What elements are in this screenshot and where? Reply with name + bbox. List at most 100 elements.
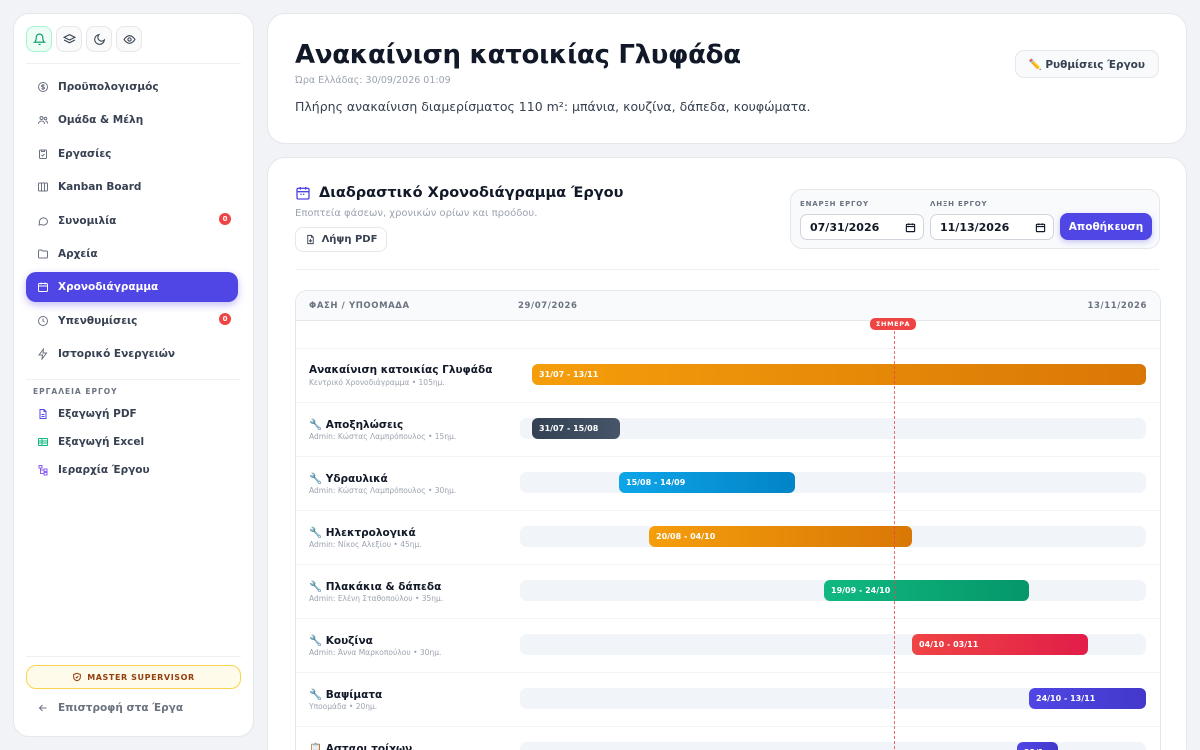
sidebar-item-label: Ομάδα & Μέλη: [58, 114, 144, 127]
sidebar-item-label: Προϋπολογισμός: [58, 81, 159, 93]
gantt-bar[interactable]: 15/08 - 14/09: [619, 472, 795, 493]
gantt-bar[interactable]: 31/07 - 13/11: [532, 364, 1146, 385]
calendar-icon: [296, 187, 310, 200]
tool-label: Εξαγωγή PDF: [58, 408, 137, 420]
sidebar-item-label: Χρονοδιάγραμμα: [58, 281, 159, 294]
phase-meta: Admin: Ελένη Σταθοπούλου • 35ημ.: [309, 594, 444, 603]
gantt-bar[interactable]: 31/07 - 15/08: [532, 418, 620, 439]
clock-icon: [38, 315, 48, 326]
page-title: Ανακαίνιση κατοικίας Γλυφάδα: [295, 40, 741, 70]
sidebar-item-kanban[interactable]: Kanban Board: [26, 172, 238, 202]
tool-label: Ιεραρχία Έργου: [58, 464, 150, 476]
gantt-start-date: 29/07/2026: [518, 301, 578, 311]
gantt-track: [520, 472, 1146, 493]
tools-section-title: ΕΡΓΑΛΕΙΑ ΕΡΓΟΥ: [33, 387, 118, 396]
sidebar-item-files[interactable]: Αρχεία: [26, 239, 238, 269]
gantt-header: ΦΑΣΗ / ΥΠΟΟΜΑΔΑ 29/07/2026 13/11/2026: [296, 291, 1160, 321]
calendar-icon[interactable]: [905, 222, 916, 233]
file-icon: [39, 409, 47, 419]
timeline-card: Διαδραστικό Χρονοδιάγραμμα Έργου Εποπτεί…: [267, 157, 1187, 750]
bolt-icon: [38, 348, 48, 361]
sidebar-item-timeline[interactable]: Χρονοδιάγραμμα: [26, 272, 238, 303]
today-marker-line: [894, 321, 895, 750]
calendar-icon: [38, 282, 48, 293]
start-date-input[interactable]: 07/31/2026: [800, 214, 924, 240]
today-marker-label: ΣΗΜΕΡΑ: [870, 318, 917, 330]
quick-icons: [26, 26, 142, 52]
end-date-value: 11/13/2026: [940, 220, 1010, 234]
clipboard-check-icon: [39, 149, 47, 159]
gantt-row[interactable]: 🔧 Ηλεκτρολογικά Admin: Νίκος Αλεξίου • 45…: [296, 510, 1160, 564]
gantt-row[interactable]: 🔧 Αποξηλώσεις Admin: Κώστας Λαμπρόπουλος …: [296, 402, 1160, 456]
phase-column-header: ΦΑΣΗ / ΥΠΟΟΜΑΔΑ: [309, 301, 410, 311]
gantt-row[interactable]: Ανακαίνιση κατοικίας Γλυφάδα Κεντρικό Χρο…: [296, 348, 1160, 402]
phase-name: 🔧 Υδραυλικά: [309, 473, 388, 485]
gantt-bar[interactable]: 19/09 - 24/10: [824, 580, 1029, 601]
project-hierarchy-button[interactable]: Ιεραρχία Έργου: [26, 456, 238, 484]
moon-icon[interactable]: [86, 26, 112, 52]
project-header: Ανακαίνιση κατοικίας Γλυφάδα Ώρα Ελλάδας…: [267, 13, 1187, 144]
project-dates-panel: ΕΝΑΡΞΗ ΕΡΓΟΥ 07/31/2026 ΛΗΞΗ ΕΡΓΟΥ 11/13…: [790, 189, 1160, 249]
project-settings-button[interactable]: ✏️ Ρυθμίσεις Έργου: [1014, 50, 1159, 78]
sidebar-item-label: Kanban Board: [58, 181, 142, 194]
export-excel-button[interactable]: Εξαγωγή Excel: [26, 428, 238, 456]
download-pdf-button[interactable]: Λήψη PDF: [295, 227, 387, 252]
sidebar: Προϋπολογισμός Ομάδα & Μέλη Εργασίες Kan…: [13, 13, 254, 737]
end-date-label: ΛΗΞΗ ΕΡΓΟΥ: [930, 200, 988, 208]
tool-label: Εξαγωγή Excel: [58, 436, 145, 448]
divider: [26, 656, 241, 657]
gantt-row[interactable]: 🔧 Κουζίνα Admin: Άννα Μαρκοπούλου • 30ημ.…: [296, 618, 1160, 672]
calendar-icon[interactable]: [1035, 222, 1046, 233]
phase-name: 📋 Ασταρι τοίχων: [309, 743, 413, 750]
gantt-bar[interactable]: 04/10 - 03/11: [912, 634, 1088, 655]
file-download-icon: [306, 234, 314, 245]
phase-meta: Admin: Άννα Μαρκοπούλου • 30ημ.: [309, 648, 442, 657]
sidebar-item-tasks[interactable]: Εργασίες: [26, 139, 238, 169]
gantt-row[interactable]: 🔧 Υδραυλικά Admin: Κώστας Λαμπρόπουλος • …: [296, 456, 1160, 510]
phase-meta: Admin: Νίκος Αλεξίου • 45ημ.: [309, 540, 422, 549]
phase-name: 🔧 Βαψίματα: [309, 689, 383, 701]
gantt-row[interactable]: 🔧 Βαψίματα Υποομάδα • 20ημ. 24/10 - 13/11: [296, 672, 1160, 726]
bell-icon[interactable]: [26, 26, 52, 52]
users-icon: [38, 116, 48, 125]
sidebar-item-history[interactable]: Ιστορικό Ενεργειών: [26, 339, 238, 369]
download-pdf-label: Λήψη PDF: [321, 234, 378, 245]
kanban-icon: [38, 182, 48, 192]
save-dates-button[interactable]: Αποθήκευση: [1060, 213, 1152, 240]
sidebar-nav: Προϋπολογισμός Ομάδα & Μέλη Εργασίες Kan…: [26, 72, 238, 373]
back-to-projects-link[interactable]: Επιστροφή στα Έργα: [37, 702, 183, 714]
gantt-bar[interactable]: 22/1...: [1017, 742, 1058, 750]
phase-name: 🔧 Πλακάκια & δάπεδα: [309, 581, 442, 593]
gantt-bar[interactable]: 20/08 - 04/10: [649, 526, 912, 547]
sidebar-item-label: Ιστορικό Ενεργειών: [58, 348, 175, 361]
sidebar-item-label: Εργασίες: [58, 147, 112, 160]
eye-icon[interactable]: [116, 26, 142, 52]
dollar-circle-icon: [38, 82, 48, 92]
phase-name: 🔧 Αποξηλώσεις: [309, 419, 404, 431]
sidebar-item-label: Αρχεία: [58, 247, 98, 260]
end-date-input[interactable]: 11/13/2026: [930, 214, 1054, 240]
gantt-row[interactable]: 📋 Ασταρι τοίχων 22/1...: [296, 726, 1160, 750]
sidebar-item-chat[interactable]: Συνομιλία 0: [26, 206, 238, 236]
start-date-value: 07/31/2026: [810, 220, 880, 234]
sidebar-item-reminders[interactable]: Υπενθυμίσεις 0: [26, 306, 238, 336]
divider: [26, 379, 241, 380]
gantt-row[interactable]: 🔧 Πλακάκια & δάπεδα Admin: Ελένη Σταθοπού…: [296, 564, 1160, 618]
phase-meta: Κεντρικό Χρονοδιάγραμμα • 105ημ.: [309, 378, 445, 387]
back-label: Επιστροφή στα Έργα: [58, 702, 184, 714]
export-pdf-button[interactable]: Εξαγωγή PDF: [26, 400, 238, 428]
sidebar-item-budget[interactable]: Προϋπολογισμός: [26, 72, 238, 102]
master-label: MASTER SUPERVISOR: [87, 672, 195, 682]
gantt-chart: ΦΑΣΗ / ΥΠΟΟΜΑΔΑ 29/07/2026 13/11/2026 Αν…: [295, 290, 1161, 750]
layers-icon[interactable]: [56, 26, 82, 52]
phase-name: Ανακαίνιση κατοικίας Γλυφάδα: [309, 364, 493, 376]
gantt-bar[interactable]: 24/10 - 13/11: [1029, 688, 1146, 709]
greek-time: Ώρα Ελλάδας: 30/09/2026 01:09: [295, 75, 451, 86]
shield-check-icon: [73, 672, 82, 682]
timeline-subtitle: Εποπτεία φάσεων, χρονικών ορίων και προό…: [295, 208, 538, 219]
project-tools: Εξαγωγή PDF Εξαγωγή Excel Ιεραρχία Έργου: [26, 400, 238, 484]
sidebar-item-team[interactable]: Ομάδα & Μέλη: [26, 105, 238, 135]
phase-meta: Υποομάδα • 20ημ.: [309, 702, 378, 711]
timeline-title: Διαδραστικό Χρονοδιάγραμμα Έργου: [295, 185, 623, 201]
sidebar-item-label: Συνομιλία: [58, 214, 117, 227]
